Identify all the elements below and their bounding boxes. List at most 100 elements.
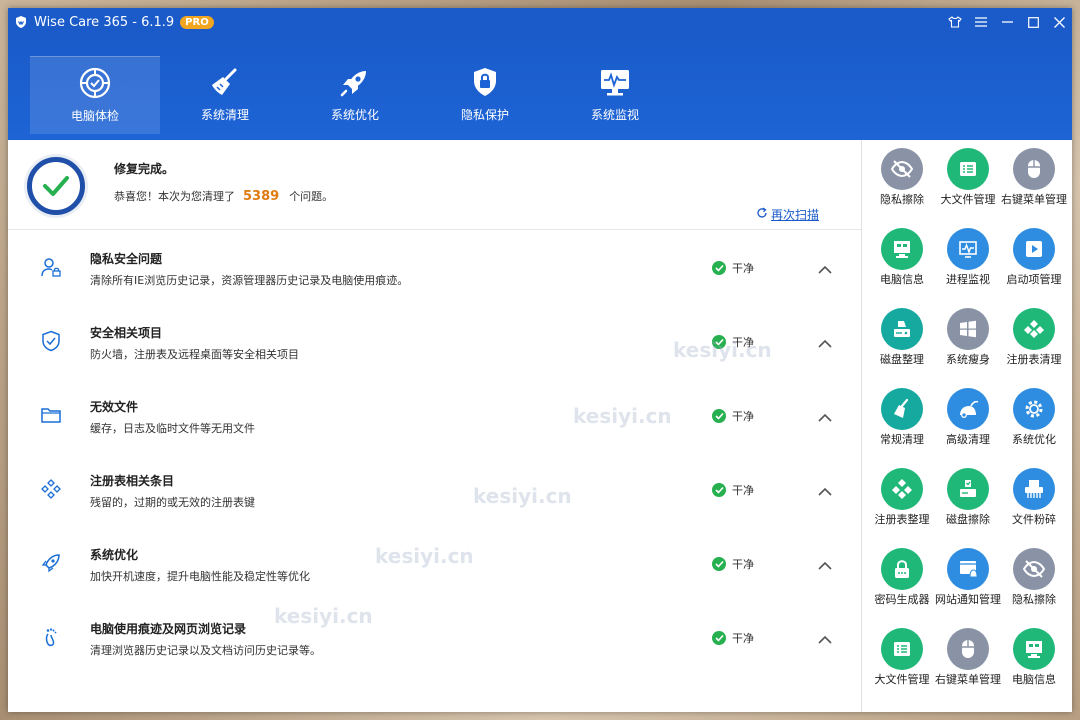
tool-system-slim[interactable]: 系统瘦身 xyxy=(935,308,1001,368)
list-item[interactable]: 隐私安全问题 清除所有IE浏览历史记录，资源管理器历史记录及电脑使用痕迹。 干净 xyxy=(8,232,861,306)
tab-checkup[interactable]: 电脑体检 xyxy=(30,56,160,134)
tool-advanced-clean[interactable]: 高级清理 xyxy=(935,388,1001,448)
minimize-button[interactable] xyxy=(994,8,1020,36)
status-badge: 干净 xyxy=(712,556,754,572)
chevron-up-icon[interactable] xyxy=(818,408,834,422)
tool-context-menu[interactable]: 右键菜单管理 xyxy=(1001,148,1067,208)
maximize-button[interactable] xyxy=(1020,8,1046,36)
tool-label: 磁盘擦除 xyxy=(946,513,990,526)
tab-system-optimize[interactable]: 系统优化 xyxy=(290,56,420,134)
result-message: 恭喜您！本次为您清理了 5389 个问题。 xyxy=(114,188,333,204)
tool-label: 进程监视 xyxy=(946,273,990,286)
item-desc: 加快开机速度，提升电脑性能及稳定性等优化 xyxy=(90,570,310,583)
tool-label: 注册表清理 xyxy=(1006,353,1062,366)
chevron-up-icon[interactable] xyxy=(818,260,834,274)
menu-button[interactable] xyxy=(968,8,994,36)
item-desc: 缓存，日志及临时文件等无用文件 xyxy=(90,422,255,435)
gear-icon xyxy=(1013,388,1055,430)
refresh-icon xyxy=(756,207,768,222)
tool-common-clean[interactable]: 常规清理 xyxy=(869,388,935,448)
list-item[interactable]: 无效文件 缓存，日志及临时文件等无用文件 干净 xyxy=(8,380,861,454)
folder-icon xyxy=(40,404,62,426)
broom-icon xyxy=(208,64,242,100)
tool-label: 注册表整理 xyxy=(874,513,930,526)
result-list: 隐私安全问题 清除所有IE浏览历史记录，资源管理器历史记录及电脑使用痕迹。 干净… xyxy=(8,232,861,676)
main-nav: 电脑体检 系统清理 系统优化 隐私保护 系统监视 xyxy=(8,36,1072,140)
tool-process-monitor[interactable]: 进程监视 xyxy=(935,228,1001,288)
status-label: 干净 xyxy=(732,262,754,275)
tool-registry-defrag[interactable]: 注册表整理 xyxy=(869,468,935,528)
list-item[interactable]: 电脑使用痕迹及网页浏览记录 清理浏览器历史记录以及文档访问历史记录等。 干净 xyxy=(8,602,861,676)
tab-privacy[interactable]: 隐私保护 xyxy=(420,56,550,134)
shirt-icon xyxy=(948,16,962,28)
check-icon xyxy=(712,335,726,349)
tool-password-generator[interactable]: 密码生成器 xyxy=(869,548,935,608)
tool-disk-defrag[interactable]: 磁盘整理 xyxy=(869,308,935,368)
tool-large-file-2[interactable]: 大文件管理 xyxy=(869,628,935,688)
tool-label: 文件粉碎 xyxy=(1012,513,1056,526)
windows-icon xyxy=(947,308,989,350)
tool-label: 大文件管理 xyxy=(874,673,930,686)
eye-slash-icon xyxy=(1013,548,1055,590)
tool-label: 电脑信息 xyxy=(880,273,924,286)
file-list-icon xyxy=(947,148,989,190)
tool-label: 右键菜单管理 xyxy=(1001,193,1067,206)
password-icon xyxy=(881,548,923,590)
list-item[interactable]: 系统优化 加快开机速度，提升电脑性能及稳定性等优化 干净 xyxy=(8,528,861,602)
check-icon xyxy=(712,557,726,571)
tool-disk-erase[interactable]: 磁盘擦除 xyxy=(935,468,1001,528)
tool-privacy-erase-2[interactable]: 隐私擦除 xyxy=(1001,548,1067,608)
tool-file-shredder[interactable]: 文件粉碎 xyxy=(1001,468,1067,528)
broom-icon xyxy=(881,388,923,430)
tool-label: 高级清理 xyxy=(946,433,990,446)
status-label: 干净 xyxy=(732,558,754,571)
tool-system-optimize[interactable]: 系统优化 xyxy=(1001,388,1067,448)
message-prefix: 恭喜您！本次为您清理了 xyxy=(114,190,235,203)
tool-large-file[interactable]: 大文件管理 xyxy=(935,148,1001,208)
item-title: 安全相关项目 xyxy=(90,326,163,340)
notification-icon xyxy=(947,548,989,590)
chevron-up-icon[interactable] xyxy=(818,334,834,348)
process-monitor-icon xyxy=(947,228,989,270)
chevron-up-icon[interactable] xyxy=(818,556,834,570)
status-badge: 干净 xyxy=(712,260,754,276)
pro-badge: PRO xyxy=(180,15,214,29)
status-label: 干净 xyxy=(732,410,754,423)
rescan-link[interactable]: 再次扫描 xyxy=(756,206,819,223)
chevron-up-icon[interactable] xyxy=(818,630,834,644)
list-item[interactable]: 注册表相关条目 残留的，过期的或无效的注册表键 干净 xyxy=(8,454,861,528)
title-bar: Wise Care 365 - 6.1.9 PRO xyxy=(8,8,1072,36)
tab-system-monitor[interactable]: 系统监视 xyxy=(550,56,680,134)
tool-privacy-erase[interactable]: 隐私擦除 xyxy=(869,148,935,208)
tool-context-menu-2[interactable]: 右键菜单管理 xyxy=(935,628,1001,688)
item-title: 电脑使用痕迹及网页浏览记录 xyxy=(90,622,247,636)
app-logo-icon xyxy=(14,15,28,29)
close-icon xyxy=(1053,16,1065,28)
list-item[interactable]: 安全相关项目 防火墙，注册表及远程桌面等安全相关项目 干净 xyxy=(8,306,861,380)
app-window: Wise Care 365 - 6.1.9 PRO 电脑体检 系统清理 系统优化… xyxy=(8,8,1072,712)
status-badge: 干净 xyxy=(712,408,754,424)
tool-label: 大文件管理 xyxy=(940,193,996,206)
skin-button[interactable] xyxy=(942,8,968,36)
close-button[interactable] xyxy=(1046,8,1072,36)
tab-label: 系统优化 xyxy=(330,108,379,122)
success-check-icon xyxy=(24,154,88,218)
lock-icon xyxy=(468,64,502,100)
tab-system-clean[interactable]: 系统清理 xyxy=(160,56,290,134)
item-title: 无效文件 xyxy=(90,400,139,414)
tool-pc-info-2[interactable]: 电脑信息 xyxy=(1001,628,1067,688)
user-lock-icon xyxy=(40,256,62,278)
check-icon xyxy=(712,261,726,275)
tool-registry-clean[interactable]: 注册表清理 xyxy=(1001,308,1067,368)
chevron-up-icon[interactable] xyxy=(818,482,834,496)
item-desc: 清除所有IE浏览历史记录，资源管理器历史记录及电脑使用痕迹。 xyxy=(90,274,409,287)
registry-icon xyxy=(40,478,62,500)
result-title: 修复完成。 xyxy=(114,162,175,176)
cleaned-count: 5389 xyxy=(243,188,280,204)
tool-site-notification[interactable]: 网站通知管理 xyxy=(935,548,1001,608)
tool-label: 电脑信息 xyxy=(1012,673,1056,686)
tool-pc-info[interactable]: 电脑信息 xyxy=(869,228,935,288)
tool-startup[interactable]: 启动项管理 xyxy=(1001,228,1067,288)
tool-label: 隐私擦除 xyxy=(880,193,924,206)
rescan-label: 再次扫描 xyxy=(771,208,820,222)
